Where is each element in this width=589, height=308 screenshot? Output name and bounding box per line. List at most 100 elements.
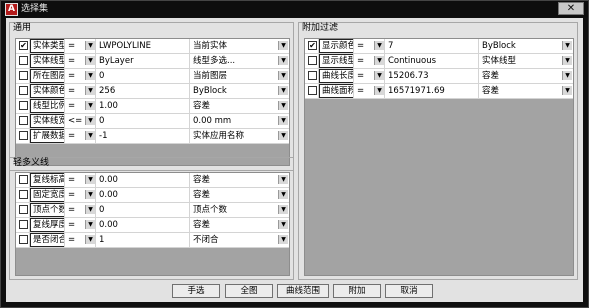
chevron-down-icon[interactable]: ▼ bbox=[85, 190, 95, 199]
chevron-down-icon[interactable]: ▼ bbox=[85, 56, 95, 65]
value-input[interactable]: LWPOLYLINE bbox=[96, 39, 190, 53]
operator-select[interactable]: = ▼ bbox=[65, 233, 96, 247]
value-input[interactable]: 0.00 bbox=[96, 188, 190, 202]
operator-select[interactable]: = ▼ bbox=[354, 54, 385, 68]
value-input[interactable]: Continuous bbox=[385, 54, 479, 68]
cancel-button[interactable]: 取消 bbox=[385, 284, 433, 298]
operator-select[interactable]: = ▼ bbox=[65, 129, 96, 143]
option-select[interactable]: ByBlock ▼ bbox=[479, 39, 573, 53]
value-input[interactable]: 1 bbox=[96, 233, 190, 247]
chevron-down-icon[interactable]: ▼ bbox=[85, 86, 95, 95]
operator-select[interactable]: = ▼ bbox=[65, 69, 96, 83]
filter-checkbox[interactable]: ✔ bbox=[19, 41, 28, 50]
option-select[interactable]: 容差 ▼ bbox=[190, 99, 289, 113]
option-select[interactable]: 实体应用名称 ▼ bbox=[190, 129, 289, 143]
manual-select-button[interactable]: 手选 bbox=[172, 284, 220, 298]
chevron-down-icon[interactable]: ▼ bbox=[278, 175, 288, 184]
value-input[interactable]: 16571971.69 bbox=[385, 84, 479, 98]
chevron-down-icon[interactable]: ▼ bbox=[562, 56, 572, 65]
value-input[interactable]: 256 bbox=[96, 84, 190, 98]
chevron-down-icon[interactable]: ▼ bbox=[278, 235, 288, 244]
option-select[interactable]: 容差 ▼ bbox=[190, 218, 289, 232]
chevron-down-icon[interactable]: ▼ bbox=[278, 56, 288, 65]
chevron-down-icon[interactable]: ▼ bbox=[85, 131, 95, 140]
title-bar[interactable]: A 选择集 ✕ bbox=[1, 1, 588, 17]
operator-select[interactable]: = ▼ bbox=[65, 99, 96, 113]
value-input[interactable]: 0 bbox=[96, 69, 190, 83]
chevron-down-icon[interactable]: ▼ bbox=[278, 116, 288, 125]
option-select[interactable]: 容差 ▼ bbox=[479, 84, 573, 98]
chevron-down-icon[interactable]: ▼ bbox=[562, 71, 572, 80]
chevron-down-icon[interactable]: ▼ bbox=[85, 116, 95, 125]
chevron-down-icon[interactable]: ▼ bbox=[85, 71, 95, 80]
chevron-down-icon[interactable]: ▼ bbox=[85, 205, 95, 214]
filter-checkbox[interactable] bbox=[19, 175, 28, 184]
chevron-down-icon[interactable]: ▼ bbox=[278, 71, 288, 80]
chevron-down-icon[interactable]: ▼ bbox=[85, 101, 95, 110]
chevron-down-icon[interactable]: ▼ bbox=[374, 56, 384, 65]
chevron-down-icon[interactable]: ▼ bbox=[278, 205, 288, 214]
option-select[interactable]: 0.00 mm ▼ bbox=[190, 114, 289, 128]
operator-select[interactable]: = ▼ bbox=[354, 69, 385, 83]
chevron-down-icon[interactable]: ▼ bbox=[374, 71, 384, 80]
filter-checkbox[interactable] bbox=[19, 205, 28, 214]
option-select[interactable]: ByBlock ▼ bbox=[190, 84, 289, 98]
filter-checkbox[interactable] bbox=[19, 101, 28, 110]
chevron-down-icon[interactable]: ▼ bbox=[278, 101, 288, 110]
value-input[interactable]: -1 bbox=[96, 129, 190, 143]
chevron-down-icon[interactable]: ▼ bbox=[85, 175, 95, 184]
option-select[interactable]: 当前图层 ▼ bbox=[190, 69, 289, 83]
filter-checkbox[interactable] bbox=[308, 71, 317, 80]
filter-checkbox[interactable] bbox=[19, 235, 28, 244]
value-input[interactable]: 0 bbox=[96, 114, 190, 128]
value-input[interactable]: 15206.73 bbox=[385, 69, 479, 83]
filter-checkbox[interactable] bbox=[19, 131, 28, 140]
filter-checkbox[interactable] bbox=[19, 56, 28, 65]
operator-select[interactable]: = ▼ bbox=[354, 39, 385, 53]
value-input[interactable]: 1.00 bbox=[96, 99, 190, 113]
chevron-down-icon[interactable]: ▼ bbox=[562, 86, 572, 95]
chevron-down-icon[interactable]: ▼ bbox=[85, 235, 95, 244]
filter-checkbox[interactable] bbox=[19, 71, 28, 80]
operator-select[interactable]: = ▼ bbox=[65, 218, 96, 232]
option-select[interactable]: 实体线型 ▼ bbox=[479, 54, 573, 68]
value-input[interactable]: 0.00 bbox=[96, 173, 190, 187]
filter-checkbox[interactable] bbox=[308, 86, 317, 95]
value-input[interactable]: ByLayer bbox=[96, 54, 190, 68]
option-select[interactable]: 容差 ▼ bbox=[479, 69, 573, 83]
option-select[interactable]: 不闭合 ▼ bbox=[190, 233, 289, 247]
filter-checkbox[interactable] bbox=[308, 56, 317, 65]
option-select[interactable]: 当前实体 ▼ bbox=[190, 39, 289, 53]
filter-checkbox[interactable] bbox=[19, 86, 28, 95]
chevron-down-icon[interactable]: ▼ bbox=[562, 41, 572, 50]
operator-select[interactable]: = ▼ bbox=[65, 54, 96, 68]
chevron-down-icon[interactable]: ▼ bbox=[278, 131, 288, 140]
value-input[interactable]: 0 bbox=[96, 203, 190, 217]
whole-drawing-button[interactable]: 全图 bbox=[225, 284, 273, 298]
operator-select[interactable]: = ▼ bbox=[65, 173, 96, 187]
chevron-down-icon[interactable]: ▼ bbox=[278, 220, 288, 229]
chevron-down-icon[interactable]: ▼ bbox=[278, 41, 288, 50]
chevron-down-icon[interactable]: ▼ bbox=[374, 86, 384, 95]
filter-checkbox[interactable] bbox=[19, 220, 28, 229]
filter-checkbox[interactable] bbox=[19, 116, 28, 125]
chevron-down-icon[interactable]: ▼ bbox=[85, 41, 95, 50]
operator-select[interactable]: = ▼ bbox=[65, 39, 96, 53]
operator-select[interactable]: = ▼ bbox=[65, 84, 96, 98]
option-select[interactable]: 容差 ▼ bbox=[190, 173, 289, 187]
option-select[interactable]: 顶点个数 ▼ bbox=[190, 203, 289, 217]
curve-range-button[interactable]: 曲线范围 bbox=[277, 284, 329, 298]
filter-checkbox[interactable] bbox=[19, 190, 28, 199]
chevron-down-icon[interactable]: ▼ bbox=[278, 86, 288, 95]
operator-select[interactable]: = ▼ bbox=[354, 84, 385, 98]
close-button[interactable]: ✕ bbox=[558, 2, 584, 15]
filter-checkbox[interactable]: ✔ bbox=[308, 41, 317, 50]
value-input[interactable]: 0.00 bbox=[96, 218, 190, 232]
chevron-down-icon[interactable]: ▼ bbox=[85, 220, 95, 229]
operator-select[interactable]: = ▼ bbox=[65, 203, 96, 217]
chevron-down-icon[interactable]: ▼ bbox=[278, 190, 288, 199]
append-button[interactable]: 附加 bbox=[333, 284, 381, 298]
option-select[interactable]: 线型多选... ▼ bbox=[190, 54, 289, 68]
operator-select[interactable]: <= ▼ bbox=[65, 114, 96, 128]
value-input[interactable]: 7 bbox=[385, 39, 479, 53]
